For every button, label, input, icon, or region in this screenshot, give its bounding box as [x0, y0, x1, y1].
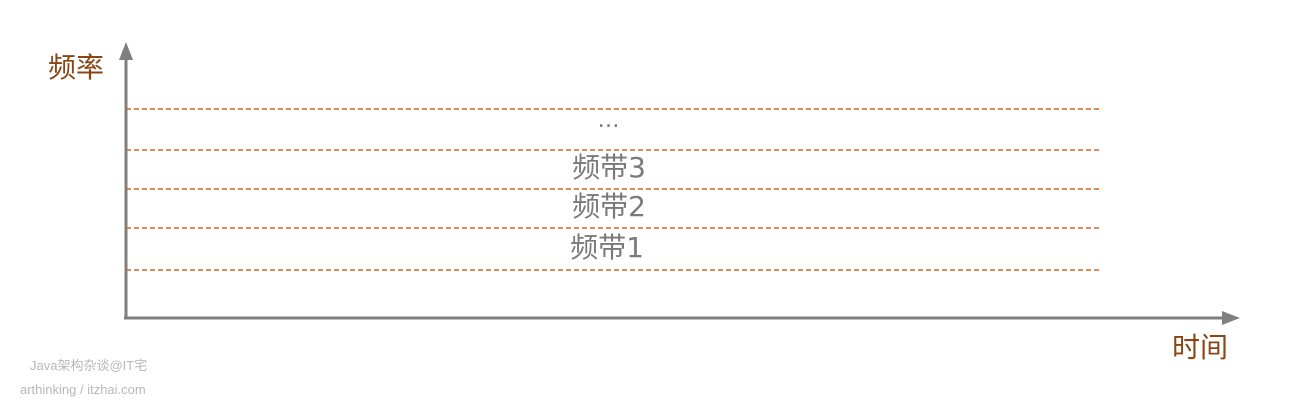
watermark-site: arthinking / itzhai.com: [20, 382, 146, 397]
frequency-time-diagram: [119, 42, 1240, 325]
x-axis-label: 时间: [1172, 331, 1229, 364]
x-axis-arrowhead: [1222, 311, 1240, 325]
band-label-3: 频带3: [572, 151, 646, 184]
band-label-ellipsis: …: [597, 108, 621, 133]
y-axis-label: 频率: [48, 51, 105, 84]
band-label-2: 频带2: [572, 190, 646, 223]
watermark-brand: Java架构杂谈@IT宅: [30, 358, 148, 373]
band-label-1: 频带1: [570, 231, 644, 264]
y-axis-arrowhead: [119, 42, 133, 60]
